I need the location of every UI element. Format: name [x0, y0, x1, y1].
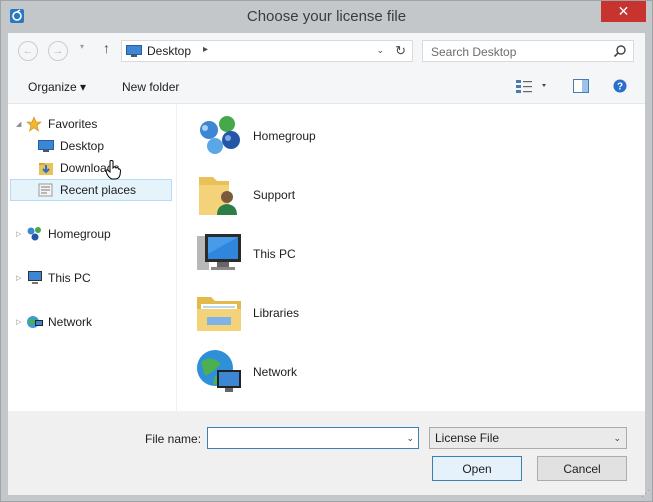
list-item-label: Network — [253, 365, 298, 379]
new-folder-button[interactable]: New folder — [122, 80, 179, 94]
help-icon[interactable]: ? — [613, 79, 627, 93]
desktop-icon — [38, 138, 56, 154]
up-button[interactable]: ↑ — [103, 40, 110, 56]
breadcrumb-chevron-icon[interactable]: ▸ — [203, 44, 208, 55]
list-item-libraries[interactable]: Libraries — [193, 287, 299, 339]
list-item-label: This PC — [253, 247, 296, 261]
chevron-down-icon[interactable]: ⌄ — [406, 433, 414, 444]
resize-grip-icon[interactable]: ⋰ — [641, 488, 650, 499]
computer-icon — [26, 270, 44, 286]
address-bar[interactable]: Desktop ▸ ⌄ ↻ — [121, 40, 413, 62]
sidebar-item-label: Network — [48, 315, 93, 329]
sidebar-item-label: Homegroup — [48, 227, 111, 241]
list-item-network[interactable]: Network — [193, 346, 297, 398]
sidebar-item-network[interactable]: ▷ Network — [16, 312, 92, 332]
expand-icon[interactable]: ▷ — [16, 318, 26, 326]
sidebar-item-label: Desktop — [60, 139, 105, 153]
search-box[interactable] — [422, 40, 634, 62]
preview-pane-icon[interactable] — [573, 79, 589, 93]
network-icon — [197, 350, 241, 392]
change-view-icon[interactable] — [516, 79, 552, 93]
close-button[interactable]: ✕ — [601, 1, 646, 22]
homegroup-icon — [200, 116, 240, 154]
file-name-field[interactable] — [211, 431, 395, 447]
title-bar[interactable]: Choose your license file ✕ — [1, 1, 652, 33]
list-item-support[interactable]: Support — [193, 169, 295, 221]
recent-places-icon — [38, 182, 56, 198]
sidebar-item-label: Favorites — [48, 117, 98, 131]
sidebar-item-desktop[interactable]: Desktop — [38, 136, 104, 156]
list-item-this-pc[interactable]: This PC — [193, 228, 296, 280]
command-toolbar: Organize ▾ New folder ? — [8, 69, 645, 104]
expand-icon[interactable]: ▷ — [16, 274, 26, 282]
expand-icon[interactable]: ▷ — [16, 230, 26, 238]
file-type-select[interactable]: License File ⌄ — [429, 427, 627, 449]
recent-locations-dropdown[interactable]: ▾ — [80, 42, 84, 51]
sidebar-item-favorites[interactable]: ◢ Favorites — [16, 114, 97, 134]
computer-icon — [197, 234, 241, 270]
downloads-icon — [38, 160, 56, 176]
sidebar-item-homegroup[interactable]: ▷ Homegroup — [16, 224, 111, 244]
file-name-label: File name: — [145, 432, 202, 446]
file-list: Homegroup Support This PC Libraries Netw… — [177, 104, 645, 442]
expand-icon[interactable]: ◢ — [16, 120, 26, 128]
back-arrow-icon: ← — [22, 45, 34, 57]
file-type-value: License File — [435, 431, 500, 445]
list-item-label: Homegroup — [253, 129, 316, 143]
close-icon: ✕ — [617, 3, 630, 19]
sidebar-item-label: Recent places — [60, 183, 137, 197]
homegroup-icon — [26, 226, 44, 242]
address-location[interactable]: Desktop — [147, 44, 191, 58]
desktop-icon — [126, 45, 142, 57]
network-icon — [26, 314, 44, 330]
search-input[interactable] — [429, 44, 603, 60]
list-item-label: Libraries — [253, 306, 300, 320]
sidebar-item-recent-places[interactable]: Recent places — [10, 179, 172, 201]
open-button[interactable]: Open — [432, 456, 522, 481]
file-name-combobox[interactable]: ⌄ — [207, 427, 419, 449]
search-icon[interactable] — [613, 44, 627, 58]
file-name-bar: File name: ⌄ License File ⌄ Open Cancel — [8, 411, 645, 495]
libraries-icon — [197, 297, 241, 331]
refresh-icon[interactable]: ↻ — [395, 43, 406, 59]
organize-button[interactable]: Organize ▾ — [28, 80, 86, 94]
svg-text:?: ? — [617, 82, 623, 93]
back-button[interactable]: ← — [18, 41, 38, 61]
list-item-homegroup[interactable]: Homegroup — [193, 110, 316, 162]
navigation-pane: ◢ Favorites Desktop Downloads Recent pla… — [8, 104, 177, 442]
sidebar-item-label: This PC — [48, 271, 91, 285]
forward-arrow-icon: → — [52, 45, 64, 57]
cancel-button[interactable]: Cancel — [537, 456, 627, 481]
sidebar-item-this-pc[interactable]: ▷ This PC — [16, 268, 91, 288]
list-item-label: Support — [253, 188, 296, 202]
star-icon — [26, 116, 44, 132]
hand-cursor-icon — [105, 160, 121, 180]
user-folder-icon — [199, 177, 237, 215]
file-dialog-window: Choose your license file ✕ ← → ▾ ↑ Deskt… — [0, 0, 653, 502]
address-dropdown-icon[interactable]: ⌄ — [376, 45, 384, 56]
chevron-down-icon[interactable]: ⌄ — [613, 433, 621, 444]
window-title: Choose your license file — [246, 8, 407, 25]
dialog-client: ← → ▾ ↑ Desktop ▸ ⌄ ↻ Search Desktop Org… — [8, 33, 645, 495]
forward-button[interactable]: → — [48, 41, 68, 61]
navigation-bar: ← → ▾ ↑ Desktop ▸ ⌄ ↻ — [8, 33, 645, 69]
